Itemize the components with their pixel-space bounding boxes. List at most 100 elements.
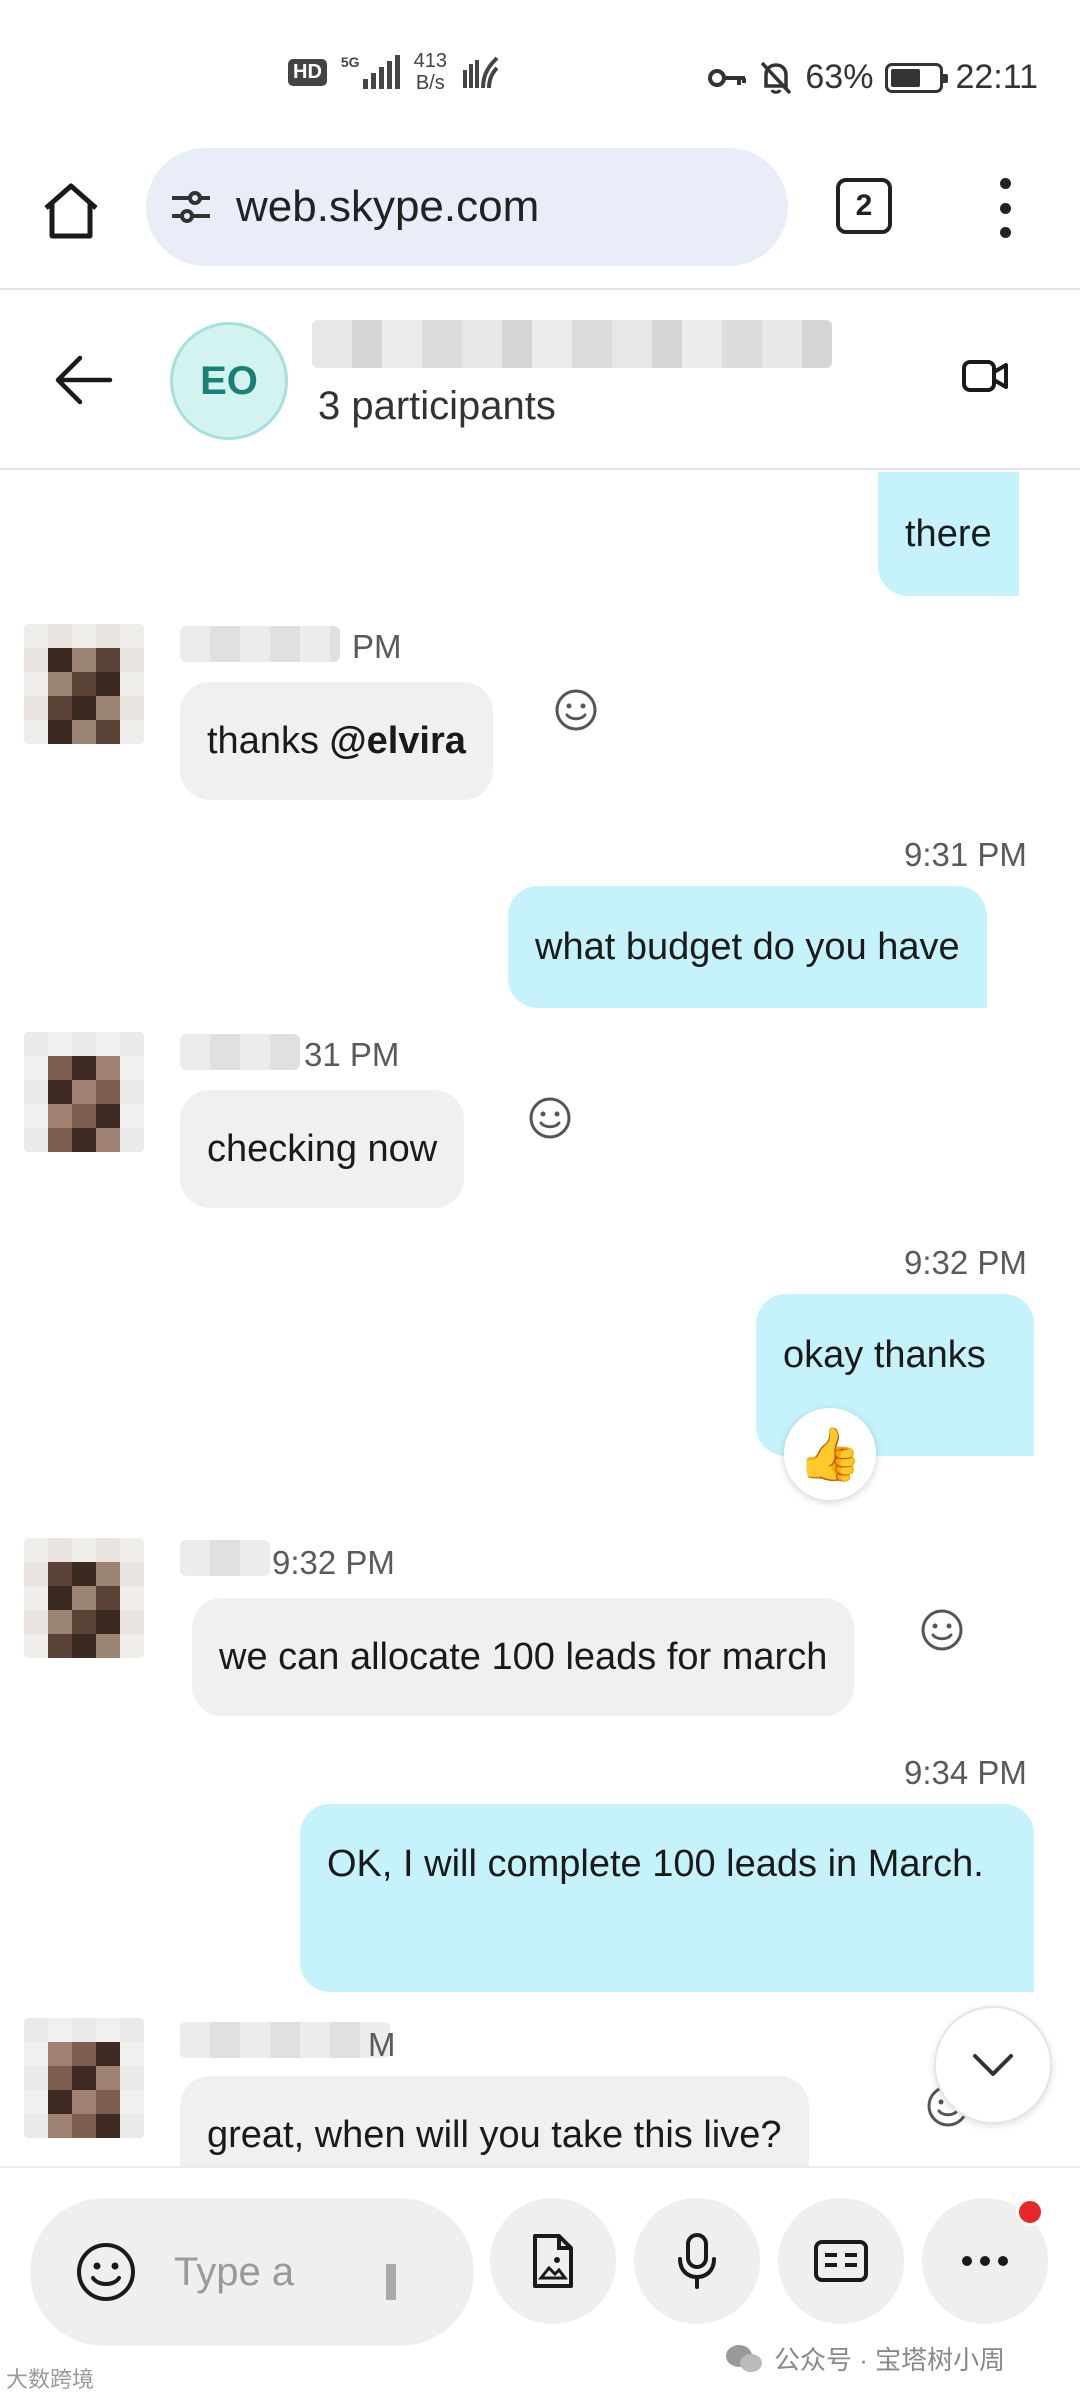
avatar-pixel <box>48 2018 72 2042</box>
avatar-pixel <box>72 2114 96 2138</box>
avatar-pixel <box>24 720 48 744</box>
avatar-pixel <box>24 1128 48 1152</box>
key-icon <box>708 68 747 87</box>
avatar-pixel <box>96 1128 120 1152</box>
message-list[interactable]: there PM thanks @elvira 9:31 PM what bud… <box>0 472 1080 2166</box>
avatar-pixel <box>48 1562 72 1586</box>
scroll-to-bottom-button[interactable] <box>934 2006 1052 2124</box>
watermark-text: 公众号 · 宝塔树小周 <box>774 2345 1006 2375</box>
smiley-icon[interactable] <box>554 688 598 732</box>
smiley-icon[interactable] <box>528 1096 572 1140</box>
message-bubble-outgoing[interactable]: OK, I will complete 100 leads in March. <box>300 1804 1034 1992</box>
avatar-pixel <box>72 672 96 696</box>
avatar-pixel <box>120 672 144 696</box>
avatar-pixel <box>24 1104 48 1128</box>
conversation-title-redacted[interactable] <box>312 320 832 368</box>
emoji-icon[interactable] <box>74 2240 138 2304</box>
avatar-pixel <box>96 1586 120 1610</box>
group-avatar[interactable]: EO <box>170 322 288 440</box>
message-input-container[interactable] <box>30 2198 474 2346</box>
address-bar[interactable]: web.skype.com <box>146 148 788 266</box>
avatar-pixel <box>48 1104 72 1128</box>
video-call-icon[interactable] <box>960 350 1012 402</box>
contact-card-icon <box>814 2240 868 2282</box>
avatar-pixel <box>72 2090 96 2114</box>
voice-message-button[interactable] <box>634 2198 760 2324</box>
avatar-pixel <box>120 2018 144 2042</box>
conversation-header: EO 3 participants <box>0 292 1080 470</box>
avatar-pixel <box>120 2066 144 2090</box>
avatar-pixel <box>72 2066 96 2090</box>
clock: 22:11 <box>955 58 1038 96</box>
message-bubble-outgoing[interactable]: what budget do you have <box>508 886 987 1008</box>
avatar[interactable] <box>24 624 144 744</box>
avatar[interactable] <box>24 1538 144 1658</box>
avatar-pixel <box>48 1056 72 1080</box>
wechat-icon <box>726 2344 762 2372</box>
thumbs-up-reaction[interactable]: 👍 <box>784 1408 876 1500</box>
contact-card-button[interactable] <box>778 2198 904 2324</box>
notification-dot <box>1016 2198 1044 2226</box>
avatar-pixel <box>24 648 48 672</box>
avatar-pixel <box>72 2042 96 2066</box>
avatar-pixel <box>120 1610 144 1634</box>
avatar-pixel <box>48 1538 72 1562</box>
avatar-pixel <box>120 2114 144 2138</box>
sender-name-redacted <box>180 1034 300 1070</box>
chevron-down-icon <box>973 2054 1013 2076</box>
more-options-button[interactable] <box>922 2198 1048 2324</box>
avatar-pixel <box>72 1634 96 1658</box>
avatar-pixel <box>96 696 120 720</box>
mention[interactable]: @elvira <box>330 720 466 762</box>
avatar-pixel <box>96 1634 120 1658</box>
avatar-pixel <box>48 672 72 696</box>
message-text: thanks <box>207 720 330 762</box>
speed-unit: B/s <box>415 72 445 94</box>
avatar-pixel <box>120 1104 144 1128</box>
avatar-pixel <box>48 696 72 720</box>
message-timestamp: 9:34 PM <box>904 1754 1027 1791</box>
avatar-pixel <box>72 1128 96 1152</box>
more-horiz-icon <box>962 2256 1008 2266</box>
avatar-pixel <box>120 1634 144 1658</box>
arrow-left-icon[interactable] <box>50 350 116 410</box>
signal-strength-icon: 5G <box>341 55 400 89</box>
more-vert-icon[interactable] <box>990 178 1020 238</box>
watermark-left: 大数跨境 <box>6 2367 95 2392</box>
message-bubble-incoming[interactable]: great, when will you take this live? <box>180 2076 809 2166</box>
tab-switcher-button[interactable]: 2 <box>836 178 892 234</box>
status-left: HD 5G 413 B/s <box>288 50 501 94</box>
message-bubble-incoming[interactable]: we can allocate 100 leads for march <box>192 1598 855 1716</box>
avatar-pixel <box>120 2042 144 2066</box>
battery-icon <box>885 62 949 93</box>
tune-icon[interactable] <box>168 184 214 230</box>
avatar-pixel <box>72 1032 96 1056</box>
avatar-pixel <box>72 1104 96 1128</box>
sender-name-redacted <box>180 626 340 662</box>
participants-count[interactable]: 3 participants <box>318 384 556 429</box>
avatar-pixel <box>120 1032 144 1056</box>
smiley-icon[interactable] <box>920 1608 964 1652</box>
message-bubble-outgoing[interactable]: there <box>878 472 1019 596</box>
avatar[interactable] <box>24 1032 144 1152</box>
watermark: 公众号 · 宝塔树小周 <box>724 2340 1005 2377</box>
avatar-pixel <box>72 1586 96 1610</box>
message-bubble-incoming[interactable]: checking now <box>180 1090 465 1208</box>
network-type: 5G <box>340 54 360 70</box>
home-icon[interactable] <box>38 178 104 244</box>
sender-name-redacted <box>180 1540 270 1576</box>
avatar[interactable] <box>24 2018 144 2138</box>
avatar-pixel <box>72 1056 96 1080</box>
avatar-pixel <box>96 2114 120 2138</box>
battery-percent: 63% <box>805 58 874 96</box>
media-button[interactable] <box>490 2198 616 2324</box>
avatar-pixel <box>120 1056 144 1080</box>
message-bubble-incoming[interactable]: thanks @elvira <box>180 682 493 800</box>
text-cursor <box>386 2264 396 2300</box>
message-input[interactable] <box>174 2249 374 2295</box>
avatar-pixel <box>24 1562 48 1586</box>
avatar-pixel <box>72 1610 96 1634</box>
avatar-pixel <box>72 2018 96 2042</box>
avatar-pixel <box>96 1610 120 1634</box>
avatar-pixel <box>72 624 96 648</box>
